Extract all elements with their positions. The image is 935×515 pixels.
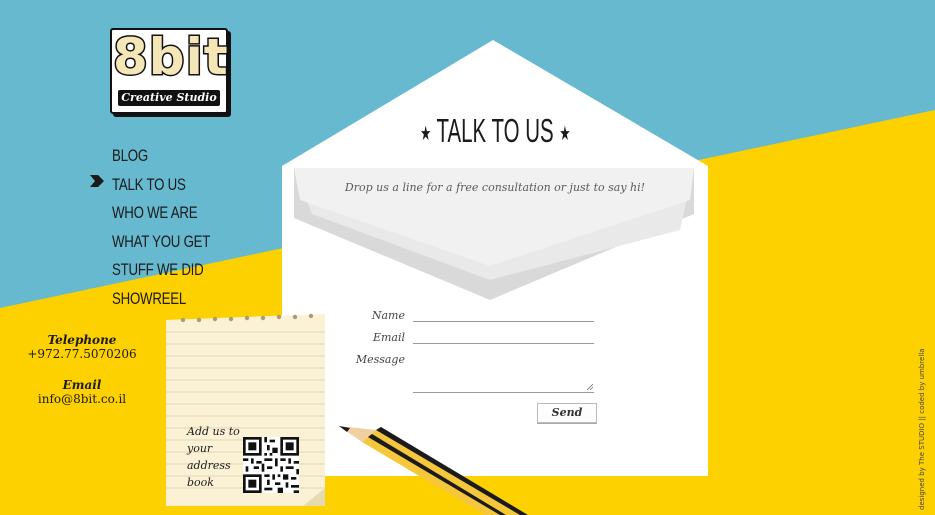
tagline: Drop us a line for a free consultation o… <box>344 181 646 194</box>
send-button[interactable]: Send <box>537 403 597 423</box>
star-icon: ★ <box>559 122 571 145</box>
message-textarea[interactable] <box>413 354 594 393</box>
nav-item-blog[interactable]: BLOG <box>112 145 210 174</box>
resize-grip-icon[interactable] <box>587 384 593 390</box>
email-input[interactable] <box>413 329 594 344</box>
credit-text[interactable]: designed by The STUDIO || coded by umbre… <box>918 349 926 511</box>
nav-item-what-you-get[interactable]: WHAT YOU GET <box>112 231 210 260</box>
note-email: Email info@8bit.co.il <box>22 378 142 406</box>
telephone-value[interactable]: +972.77.5070206 <box>22 347 142 361</box>
nav-item-talk-to-us[interactable]: TALK TO US <box>112 174 210 203</box>
telephone-label: Telephone <box>47 333 117 347</box>
logo[interactable]: 8bit Creative Studio <box>110 28 230 114</box>
nav-arrow-icon <box>90 175 104 187</box>
nav-item-stuff-we-did[interactable]: STUFF WE DID <box>112 259 210 288</box>
star-icon: ★ <box>420 122 432 145</box>
name-input[interactable] <box>413 307 594 322</box>
logo-subtitle: Creative Studio <box>118 90 220 106</box>
qr-code[interactable] <box>243 437 299 493</box>
message-label: Message <box>355 353 405 366</box>
email-label-note: Email <box>62 378 102 392</box>
logo-text: 8bit <box>112 28 230 86</box>
note-telephone: Telephone +972.77.5070206 <box>22 333 142 361</box>
email-value[interactable]: info@8bit.co.il <box>22 392 142 406</box>
nav-item-who-we-are[interactable]: WHO WE ARE <box>112 202 210 231</box>
page-title-text: TALK TO US <box>436 112 554 149</box>
main-nav: BLOG TALK TO US WHO WE ARE WHAT YOU GET … <box>112 145 238 316</box>
name-label: Name <box>371 309 405 322</box>
add-us-text: Add us to your address book <box>187 425 240 489</box>
email-label: Email <box>372 331 405 344</box>
page-title: ★ TALK TO US ★ <box>282 112 709 150</box>
